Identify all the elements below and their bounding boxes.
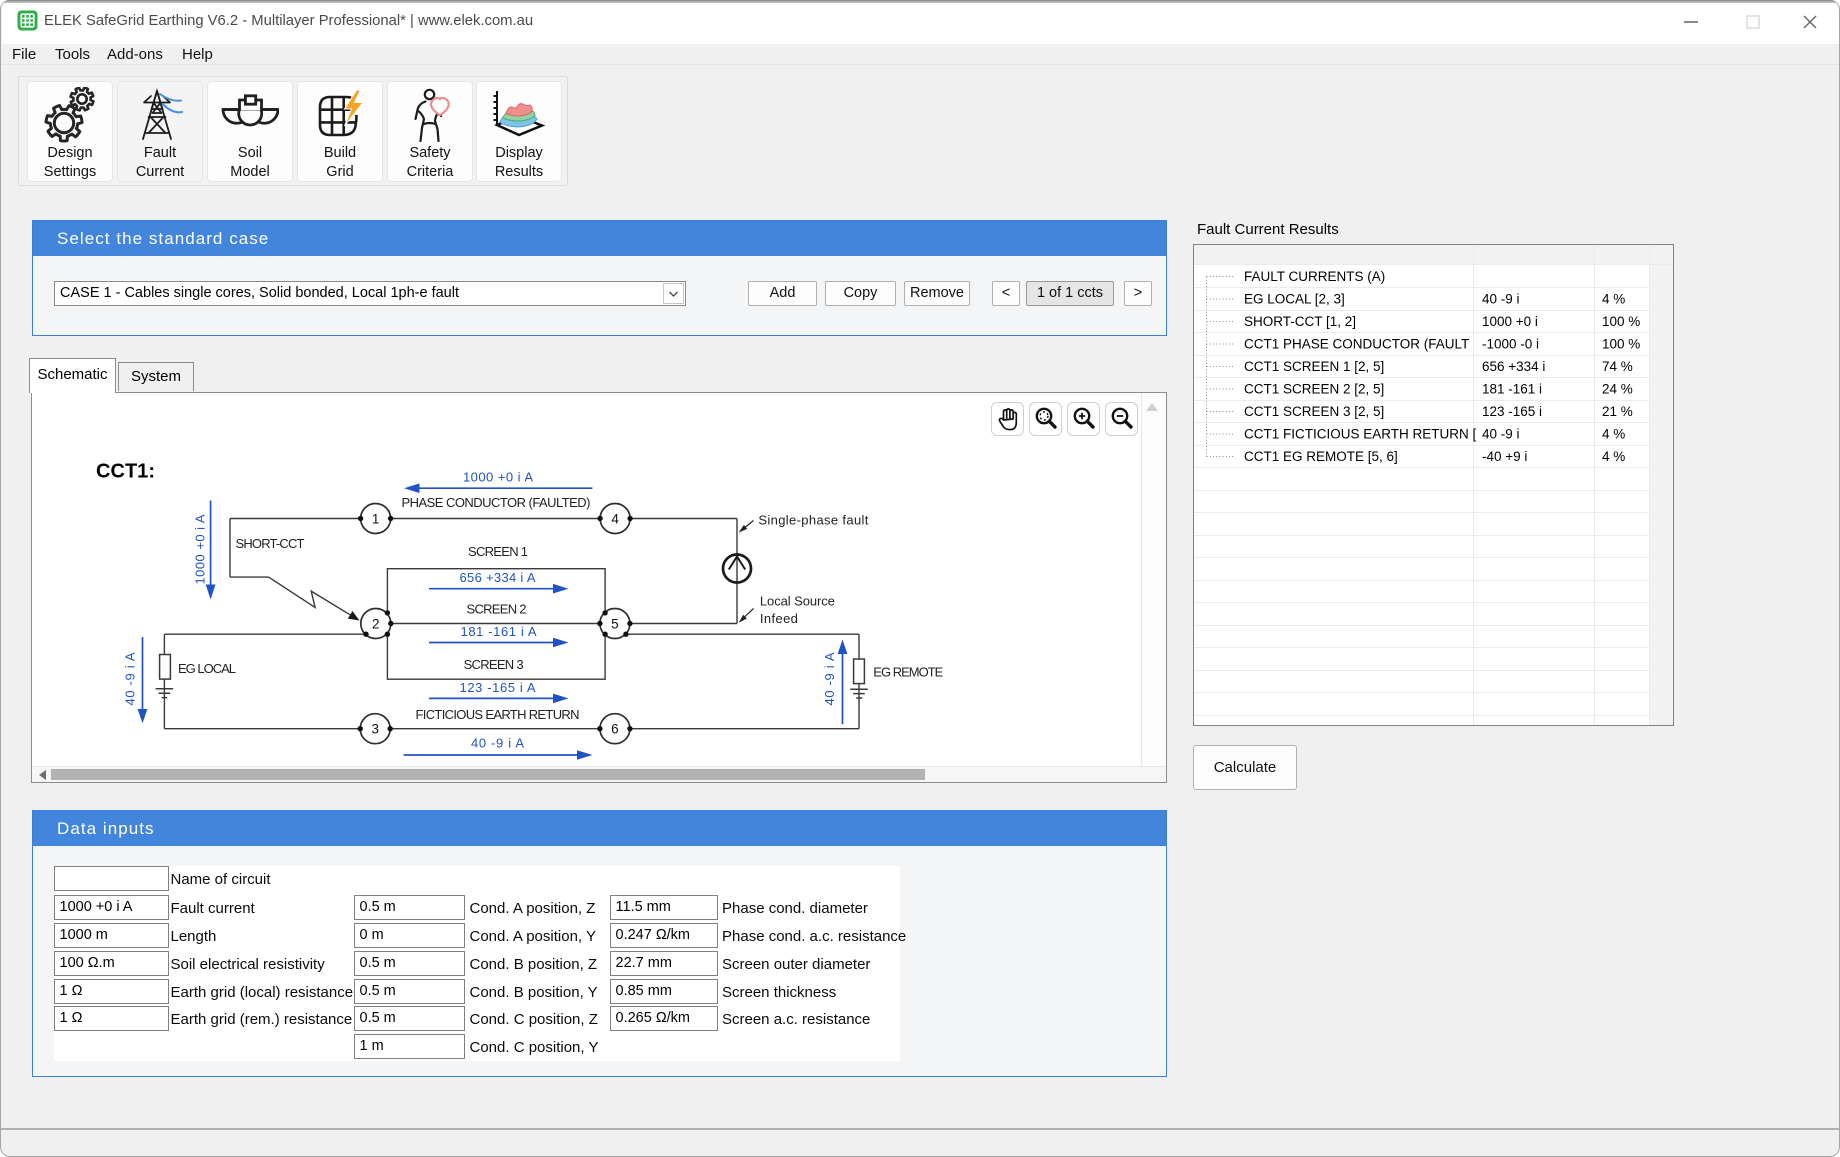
svg-text:4: 4 <box>611 511 619 526</box>
svg-text:Local Source: Local Source <box>760 593 835 608</box>
svg-text:123 -165 i A: 123 -165 i A <box>460 680 536 695</box>
svg-text:40 -9 i A: 40 -9 i A <box>822 652 837 705</box>
svg-text:74 %: 74 % <box>1602 359 1633 374</box>
svg-text:CCT1 SCREEN 2 [2, 5]: CCT1 SCREEN 2 [2, 5] <box>1244 382 1384 397</box>
svg-text:FICTICIOUS EARTH RETURN: FICTICIOUS EARTH RETURN <box>416 707 580 722</box>
svg-text:4 %: 4 % <box>1602 427 1625 442</box>
svg-text:1000 +0 i A: 1000 +0 i A <box>193 514 208 584</box>
svg-text:EG LOCAL [2, 3]: EG LOCAL [2, 3] <box>1244 292 1345 307</box>
svg-text:CCT1 FICTICIOUS EARTH RETURN [: CCT1 FICTICIOUS EARTH RETURN [ <box>1244 427 1477 442</box>
svg-text:6: 6 <box>611 722 619 737</box>
svg-text:EG REMOTE: EG REMOTE <box>873 665 943 680</box>
svg-text:CCT1 SCREEN 1 [2, 5]: CCT1 SCREEN 1 [2, 5] <box>1244 359 1384 374</box>
svg-text:1: 1 <box>372 511 380 526</box>
svg-text:100 %: 100 % <box>1602 337 1640 352</box>
svg-text:123 -165 i: 123 -165 i <box>1482 404 1542 419</box>
svg-text:2: 2 <box>372 616 380 631</box>
svg-text:FAULT CURRENTS (A): FAULT CURRENTS (A) <box>1244 269 1385 284</box>
svg-text:SHORT-CCT [1, 2]: SHORT-CCT [1, 2] <box>1244 314 1356 329</box>
svg-text:100 %: 100 % <box>1602 314 1640 329</box>
svg-text:PHASE CONDUCTOR (FAULTED): PHASE CONDUCTOR (FAULTED) <box>402 495 591 510</box>
svg-text:1000 +0 i A: 1000 +0 i A <box>463 470 533 485</box>
svg-text:CCT1 SCREEN 3 [2, 5]: CCT1 SCREEN 3 [2, 5] <box>1244 404 1384 419</box>
svg-text:5: 5 <box>611 616 619 631</box>
svg-text:181 -161 i: 181 -161 i <box>1482 382 1542 397</box>
svg-text:-1000 -0 i: -1000 -0 i <box>1482 337 1539 352</box>
svg-text:40 -9 i: 40 -9 i <box>1482 292 1520 307</box>
svg-text:CCT1:: CCT1: <box>96 460 155 483</box>
svg-text:656 +334 i A: 656 +334 i A <box>460 570 536 585</box>
svg-text:CCT1 EG REMOTE [5, 6]: CCT1 EG REMOTE [5, 6] <box>1244 449 1398 464</box>
svg-text:40 -9 i A: 40 -9 i A <box>471 736 524 751</box>
svg-text:40 -9 i A: 40 -9 i A <box>123 652 138 705</box>
svg-text:SCREEN 2: SCREEN 2 <box>467 602 527 617</box>
svg-text:SHORT-CCT: SHORT-CCT <box>236 536 305 551</box>
svg-text:21 %: 21 % <box>1602 404 1633 419</box>
svg-text:24 %: 24 % <box>1602 382 1633 397</box>
svg-text:Infeed: Infeed <box>760 611 798 626</box>
svg-text:40 -9 i: 40 -9 i <box>1482 427 1520 442</box>
svg-text:CCT1 PHASE CONDUCTOR (FAULT: CCT1 PHASE CONDUCTOR (FAULT <box>1244 337 1469 352</box>
svg-text:1000 +0 i: 1000 +0 i <box>1482 314 1538 329</box>
svg-text:EG LOCAL: EG LOCAL <box>178 661 236 676</box>
svg-text:-40 +9 i: -40 +9 i <box>1482 449 1527 464</box>
svg-text:4 %: 4 % <box>1602 292 1625 307</box>
svg-text:656 +334 i: 656 +334 i <box>1482 359 1545 374</box>
svg-text:3: 3 <box>371 722 379 737</box>
svg-text:Single-phase fault: Single-phase fault <box>758 513 868 528</box>
svg-text:SCREEN 3: SCREEN 3 <box>464 657 524 672</box>
svg-text:181 -161 i A: 181 -161 i A <box>461 624 537 639</box>
svg-text:4 %: 4 % <box>1602 449 1625 464</box>
svg-text:SCREEN 1: SCREEN 1 <box>468 544 528 559</box>
